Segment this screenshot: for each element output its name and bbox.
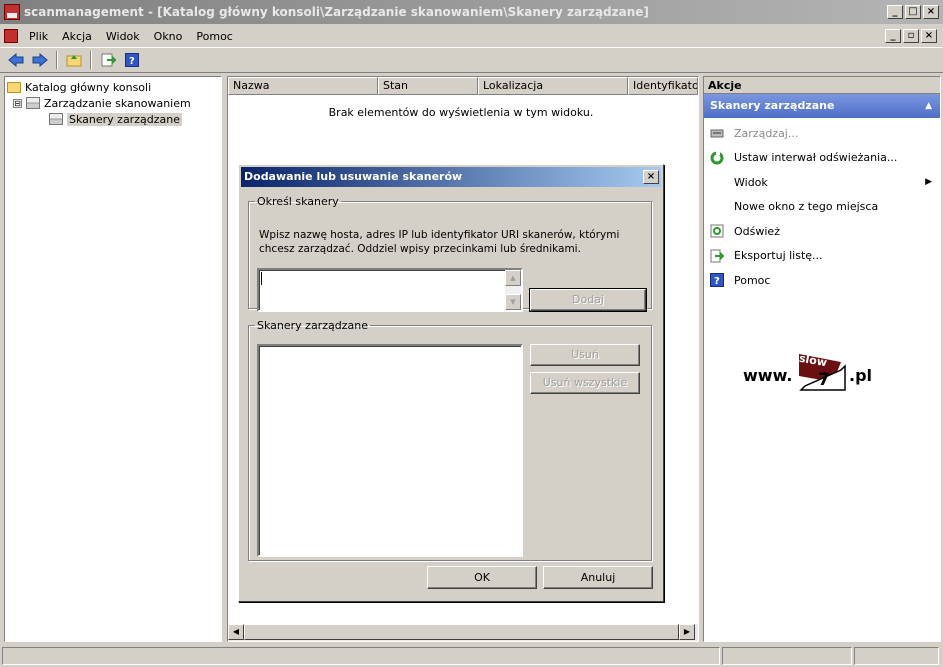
status-cell-2 [722,647,852,665]
action-manage[interactable]: Zarządzaj... [704,121,940,146]
help-icon[interactable]: ? [122,50,142,70]
system-menu-icon[interactable] [4,29,18,43]
menu-action[interactable]: Akcja [55,30,99,43]
action-label: Zarządzaj... [734,126,799,140]
menu-window[interactable]: Okno [147,30,190,43]
status-cell-main [2,647,720,665]
child-minimize-button[interactable]: _ [885,29,901,43]
input-scrollbar[interactable]: ▲ ▼ [505,270,521,310]
column-header-name[interactable]: Nazwa [228,77,378,95]
action-view[interactable]: Widok ▶ [704,170,940,195]
actions-section-managed-scanners[interactable]: Skanery zarządzane ▲ [704,94,940,118]
scroll-thumb[interactable] [244,624,679,640]
console-tree: Katalog główny konsoli ⊟ Zarządzanie ska… [4,76,222,642]
window-title: scanmanagement - [Katalog główny konsoli… [24,5,649,19]
refresh-icon [710,224,724,238]
remove-button[interactable]: Usuń [530,344,640,366]
text-cursor [261,272,262,285]
action-set-refresh-interval[interactable]: Ustaw interwał odświeżania... [704,146,940,171]
minimize-button[interactable]: _ [887,5,903,19]
actions-section-label: Skanery zarządzane [710,99,835,112]
up-folder-icon[interactable] [64,50,84,70]
action-help[interactable]: ? Pomoc [704,268,940,293]
site-logo: www. slow 7 .pl [743,352,883,398]
empty-list-message: Brak elementów do wyświetlenia w tym wid… [328,106,594,119]
tree-item-label: Skanery zarządzane [67,112,182,126]
ok-button[interactable]: OK [427,566,537,589]
status-cell-3 [854,647,939,665]
action-label: Ustaw interwał odświeżania... [734,151,898,165]
statusbar [0,645,943,667]
dialog-title: Dodawanie lub usuwanie skanerów [244,170,463,183]
refresh-interval-icon [710,150,724,165]
close-window-button[interactable]: × [923,5,939,19]
toolbar-separator [90,51,92,69]
action-refresh[interactable]: Odśwież [704,219,940,244]
forward-arrow-icon[interactable] [30,50,50,70]
scroll-right-icon[interactable]: ▶ [679,624,695,640]
scanner-icon [49,113,63,125]
svg-text:?: ? [129,56,135,67]
app-icon [4,4,20,20]
specify-scanners-group: Określ skanery Wpisz nazwę hosta, adres … [248,195,652,312]
dialog-titlebar: Dodawanie lub usuwanie skanerów × [241,167,661,187]
dialog-close-button[interactable]: × [643,170,659,184]
column-header-status[interactable]: Stan [378,77,478,95]
remove-all-button[interactable]: Usuń wszystkie [530,372,640,394]
action-new-window[interactable]: Nowe okno z tego miejsca [704,195,940,220]
svg-text:?: ? [714,276,720,287]
help-icon: ? [710,273,724,288]
manage-icon [710,129,724,138]
folder-icon [7,81,21,93]
scanner-address-input[interactable]: ▲ ▼ [257,268,523,312]
collapse-icon[interactable]: ⊟ [13,98,22,108]
action-label: Eksportuj listę... [734,249,823,263]
managed-scanners-list[interactable] [257,344,523,557]
menu-help[interactable]: Pomoc [189,30,239,43]
specify-scanners-description: Wpisz nazwę hosta, adres IP lub identyfi… [259,229,620,255]
tree-item-scan-management[interactable]: ⊟ Zarządzanie skanowaniem [7,95,219,111]
back-arrow-icon[interactable] [6,50,26,70]
horizontal-scrollbar[interactable]: ◀ ▶ [228,624,698,641]
tree-item-label: Zarządzanie skanowaniem [44,96,191,110]
tree-item-label: Katalog główny konsoli [25,80,152,94]
logo-number: 7 [818,370,830,390]
collapse-caret-icon[interactable]: ▲ [925,94,932,118]
tree-item-console-root[interactable]: Katalog główny konsoli [7,79,219,95]
submenu-arrow-icon: ▶ [925,177,932,188]
add-remove-scanners-dialog: Dodawanie lub usuwanie skanerów × Określ… [238,164,664,602]
add-button[interactable]: Dodaj [529,288,647,312]
managed-scanners-group: Skanery zarządzane Usuń Usuń wszystkie [248,319,652,561]
column-headers: Nazwa Stan Lokalizacja Identyfikator [228,77,698,95]
maximize-button[interactable]: □ [905,5,921,19]
toolbar-separator [56,51,58,69]
action-label: Pomoc [734,273,771,287]
logo-suffix: .pl [849,366,873,385]
export-icon[interactable] [98,50,118,70]
toolbar: ? [0,47,943,73]
child-restore-button[interactable]: ▫ [903,29,919,43]
scroll-down-icon[interactable]: ▼ [505,294,521,310]
group-legend: Skanery zarządzane [257,319,368,332]
window-titlebar: scanmanagement - [Katalog główny konsoli… [0,0,943,24]
cancel-button[interactable]: Anuluj [543,566,653,589]
scroll-left-icon[interactable]: ◀ [228,624,244,640]
action-label: Odśwież [734,224,780,238]
action-label: Nowe okno z tego miejsca [734,200,879,214]
menubar: Plik Akcja Widok Okno Pomoc _ ▫ × [0,25,943,47]
menu-view[interactable]: Widok [99,30,147,43]
column-header-identifier[interactable]: Identyfikator [628,77,698,95]
export-list-icon [710,249,724,263]
scroll-up-icon[interactable]: ▲ [505,270,521,286]
logo-prefix: www. [743,366,793,385]
actions-header: Akcje [704,77,940,94]
column-header-location[interactable]: Lokalizacja [478,77,628,95]
group-legend: Określ skanery [257,195,339,208]
action-export-list[interactable]: Eksportuj listę... [704,244,940,269]
scan-management-icon [26,97,40,109]
tree-item-managed-scanners[interactable]: Skanery zarządzane [7,111,219,127]
child-close-button[interactable]: × [921,29,937,43]
menu-file[interactable]: Plik [22,30,55,43]
action-label: Widok [734,175,768,189]
